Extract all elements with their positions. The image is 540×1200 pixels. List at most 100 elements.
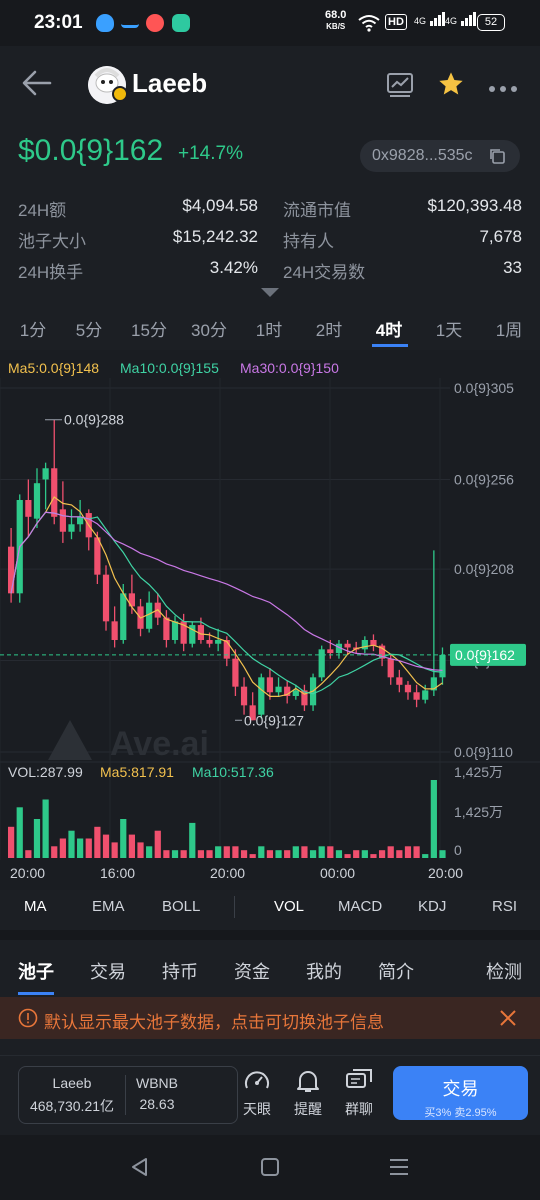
- candle-body: [42, 468, 49, 480]
- volume-bar: [146, 846, 153, 858]
- timeframe-tab[interactable]: 30分: [184, 316, 234, 341]
- ind-vol[interactable]: VOL: [274, 898, 304, 915]
- kline-chart[interactable]: 0.0{9}3050.0{9}2560.0{9}2080.0{9}1590.0{…: [0, 350, 540, 890]
- ind-rsi[interactable]: RSI: [492, 898, 517, 915]
- candle-body: [422, 690, 429, 700]
- y-tick-label: 0.0{9}110: [454, 744, 513, 760]
- timeframe-tab[interactable]: 2时: [304, 316, 354, 341]
- chart-icon[interactable]: [386, 72, 414, 103]
- pool-token-amount: 468,730.21亿: [29, 1098, 115, 1114]
- signal-2: 4G: [445, 12, 477, 27]
- action-group-chat[interactable]: 群聊: [342, 1068, 376, 1119]
- volume-bar: [318, 846, 325, 858]
- candle-body: [318, 649, 325, 678]
- volume-bar: [284, 850, 291, 858]
- y-tick-label: 0.0{9}305: [454, 380, 514, 396]
- info-icon: [18, 1008, 38, 1028]
- stat-value: $4,094.58: [182, 196, 258, 215]
- pool-selector[interactable]: Laeeb 468,730.21亿 WBNB 28.63: [18, 1066, 238, 1124]
- bell-icon: [297, 1071, 319, 1092]
- timeframe-tab[interactable]: 1天: [424, 316, 474, 341]
- action-label: 天眼: [243, 1101, 271, 1117]
- pool-token-name: Laeeb: [52, 1075, 92, 1091]
- tab-funds[interactable]: 资金: [234, 958, 270, 984]
- tab-mine[interactable]: 我的: [306, 958, 342, 984]
- chat-icon: [346, 1069, 372, 1088]
- x-tick-label: 16:00: [100, 865, 135, 881]
- contract-address[interactable]: 0x9828...535c: [360, 140, 520, 172]
- ma5-line: [10, 496, 443, 697]
- action-label: 群聊: [345, 1101, 373, 1117]
- nav-menu-icon[interactable]: [388, 1157, 410, 1177]
- expand-caret-icon[interactable]: [260, 286, 280, 304]
- action-alert[interactable]: 提醒: [291, 1068, 325, 1119]
- pool-notice[interactable]: 默认显示最大池子数据，点击可切换池子信息: [0, 997, 540, 1039]
- stat-label: 流通市值: [283, 201, 351, 220]
- nav-back-icon[interactable]: [130, 1157, 150, 1177]
- tab-check[interactable]: 检测: [486, 958, 522, 984]
- stat-value: 3.42%: [209, 258, 258, 277]
- x-tick-label: 20:00: [10, 865, 45, 881]
- more-icon[interactable]: [488, 80, 518, 98]
- candle-body: [327, 649, 334, 654]
- ind-ma[interactable]: MA: [24, 898, 47, 915]
- candle-body: [266, 677, 274, 693]
- tab-intro[interactable]: 简介: [378, 958, 414, 984]
- stat-label: 24H额: [18, 201, 67, 220]
- volume-bar: [16, 807, 23, 858]
- watermark-logo: [48, 720, 92, 760]
- candle-body: [404, 684, 412, 693]
- candle-body: [59, 509, 66, 532]
- action-tianyan[interactable]: 天眼: [240, 1068, 274, 1119]
- ma10-line: [10, 511, 443, 695]
- volume-bar: [327, 846, 334, 858]
- volume-bar: [189, 822, 196, 858]
- vol-label: VOL:287.99: [8, 764, 83, 780]
- volume-bar: [59, 838, 66, 858]
- ind-kdj[interactable]: KDJ: [418, 898, 446, 915]
- candle-body: [94, 537, 101, 575]
- volume-bar: [413, 846, 420, 858]
- timeframe-tab[interactable]: 5分: [64, 316, 114, 341]
- candle-body: [171, 621, 179, 640]
- tab-pool[interactable]: 池子: [18, 958, 54, 984]
- volume-bar: [77, 838, 84, 858]
- candle-body: [258, 677, 265, 715]
- trade-button[interactable]: 交易 买3% 卖2.95%: [393, 1066, 528, 1120]
- ind-boll[interactable]: BOLL: [162, 898, 200, 915]
- timeframe-tab[interactable]: 1周: [484, 316, 534, 341]
- candle-body: [344, 643, 351, 648]
- tab-holders[interactable]: 持币: [162, 958, 198, 984]
- timeframe-tab[interactable]: 15分: [124, 316, 174, 341]
- ind-macd[interactable]: MACD: [338, 898, 382, 915]
- section-divider: [0, 930, 540, 940]
- ind-ema[interactable]: EMA: [92, 898, 125, 915]
- chat-app-icon: [172, 14, 190, 32]
- volume-bar: [51, 846, 58, 858]
- system-nav-bar: [0, 1135, 540, 1200]
- copy-icon[interactable]: [488, 147, 506, 165]
- candle-body: [25, 500, 32, 517]
- timeframe-tab[interactable]: 1时: [244, 316, 294, 341]
- volume-bar: [387, 846, 394, 858]
- timeframe-tab[interactable]: 1分: [8, 316, 58, 341]
- timeframe-underline: [372, 344, 408, 347]
- volume-bar: [215, 846, 222, 858]
- timeframe-tab[interactable]: 4时: [364, 316, 414, 341]
- candle-body: [102, 574, 110, 622]
- tab-trades[interactable]: 交易: [90, 958, 126, 984]
- close-icon[interactable]: [498, 1008, 518, 1028]
- candle-body: [223, 640, 230, 659]
- candle-body: [292, 690, 299, 696]
- star-icon[interactable]: [436, 70, 466, 103]
- candle-body: [111, 621, 118, 640]
- action-label: 提醒: [294, 1101, 322, 1117]
- ind-divider: [234, 896, 235, 918]
- stat-value: 33: [503, 258, 522, 277]
- volume-bar: [266, 850, 274, 858]
- trade-fee: 买3% 卖2.95%: [424, 1107, 497, 1119]
- back-arrow-icon[interactable]: [20, 68, 54, 98]
- nav-home-icon[interactable]: [260, 1157, 280, 1177]
- candle-body: [232, 658, 239, 687]
- volume-bar: [249, 854, 256, 858]
